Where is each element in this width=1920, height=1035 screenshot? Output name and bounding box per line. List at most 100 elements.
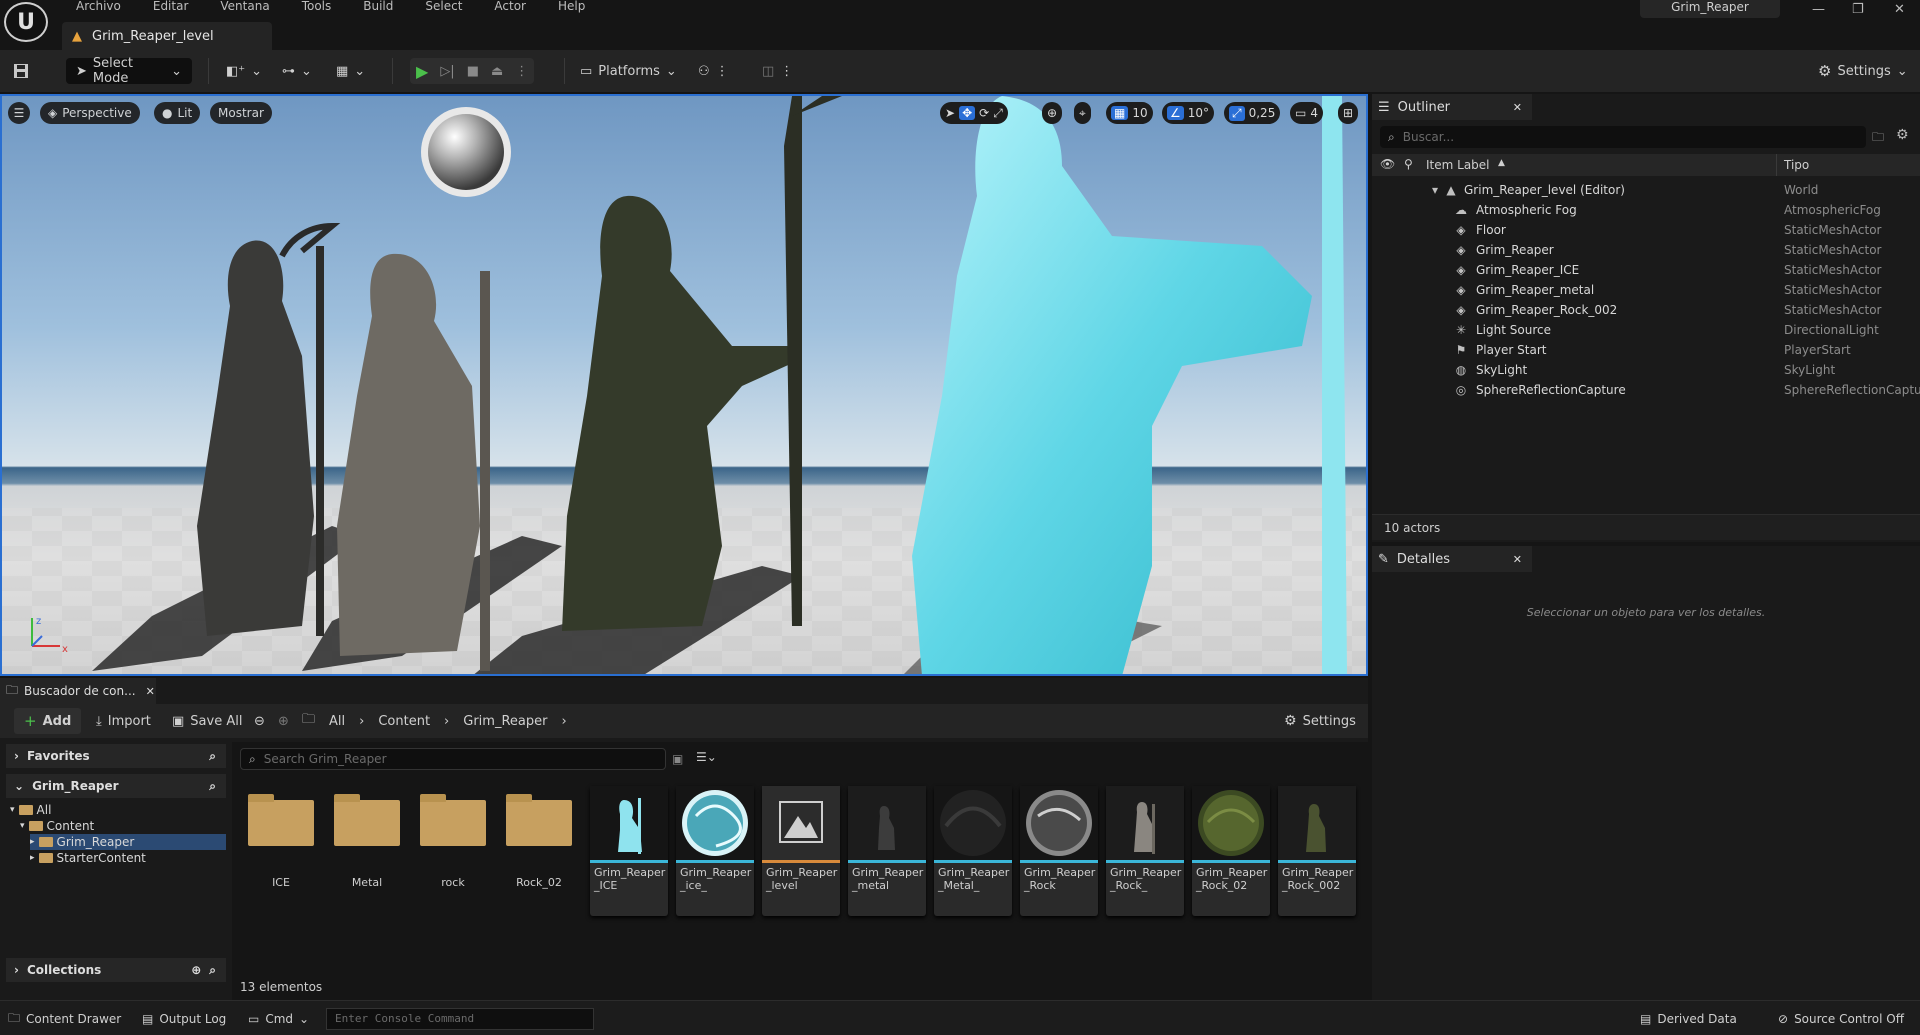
tree-item-all[interactable]: ▾ All [10,802,230,818]
asset-tile[interactable]: Grim_Reaper_level [762,786,840,916]
type-column[interactable]: Tipo [1784,158,1809,172]
tree-item-starter-content[interactable]: ▸ StarterContent [30,850,250,866]
multiplayer-button[interactable]: ⚇ ⋮ [698,58,729,84]
eject-icon[interactable]: ⏏ [491,64,503,79]
unreal-logo-icon[interactable]: U [4,2,48,42]
add-folder-icon[interactable]: 🗀 [1872,128,1884,149]
add-collection-icon[interactable]: ⊕ [191,963,201,977]
collections-header[interactable]: › Collections ⊕ ⌕ [6,958,226,982]
outliner-row[interactable]: ◍ SkyLight SkyLight [1372,360,1920,380]
asset-tile[interactable]: Grim_Reaper_Metal_ [934,786,1012,916]
select-mode-dropdown[interactable]: ➤ Select Mode ⌄ [66,56,192,86]
content-browser-tab[interactable]: 🗀 Buscador de con... ✕ [0,678,156,704]
details-tab[interactable]: ✎ Detalles ✕ [1372,546,1532,572]
folder-tile[interactable]: Metal [326,792,408,896]
outliner-row[interactable]: ◈ Grim_Reaper_Rock_002 StaticMeshActor [1372,300,1920,320]
derived-data-button[interactable]: ▤ Derived Data [1640,1009,1737,1029]
folder-tile[interactable]: ICE [240,792,322,896]
viewport-menu-button[interactable]: ☰ [8,102,30,124]
save-search-icon[interactable]: ▣ [672,752,683,766]
favorites-header[interactable]: › Favorites ⌕ [6,744,226,768]
tree-item-content[interactable]: ▾ Content [20,818,240,834]
source-button[interactable]: ◫ ⋮ [762,58,793,84]
breadcrumb-all[interactable]: All [329,714,345,729]
breadcrumb-content[interactable]: Content [378,714,430,729]
console-input[interactable]: Enter Console Command [326,1008,594,1030]
cinematics-button[interactable]: ▦ ⌄ [336,58,365,84]
move-icon[interactable]: ✥ [959,106,976,120]
search-icon[interactable]: ⌕ [209,963,216,978]
surface-snap-button[interactable]: ⌖ [1074,102,1091,124]
asset-tile[interactable]: Grim_Reaper_ICE [590,786,668,916]
close-tab-icon[interactable]: ✕ [146,685,155,698]
output-log-button[interactable]: ▤ Output Log [142,1009,226,1029]
asset-search-input[interactable]: ⌕ Search Grim_Reaper [240,748,666,770]
pin-icon[interactable]: ⚲ [1404,157,1413,171]
cmd-dropdown[interactable]: ▭ Cmd ⌄ [248,1009,309,1029]
perspective-button[interactable]: ◈ Perspective [40,102,140,124]
outliner-tab[interactable]: ☰ Outliner ✕ [1372,94,1532,120]
scale-snap-button[interactable]: ⤢ 0,25 [1224,102,1281,124]
source-control-button[interactable]: ⊘ Source Control Off [1778,1009,1904,1029]
step-icon[interactable]: ▷| [440,64,454,79]
menu-build[interactable]: Build [347,0,409,14]
close-icon[interactable]: ✕ [1894,2,1905,17]
outliner-search-input[interactable]: ⌕ Buscar... [1380,126,1866,148]
rotate-icon[interactable]: ⟳ [979,106,989,120]
menu-editar[interactable]: Editar [137,0,205,14]
settings-button[interactable]: ⚙ Settings ⌄ [1818,58,1908,84]
play-icon[interactable]: ▶ [416,62,428,81]
eye-icon[interactable]: 👁 [1380,157,1395,171]
platforms-dropdown[interactable]: ▭ Platforms ⌄ [580,58,677,84]
grim-reaper-header[interactable]: ⌄ Grim_Reaper ⌕ [6,774,226,798]
folder-tile[interactable]: rock [412,792,494,896]
outliner-row[interactable]: ◎ SphereReflectionCapture SphereReflection… [1372,380,1920,400]
add-actor-button[interactable]: ◧⁺ ⌄ [226,58,262,84]
outliner-row[interactable]: ◈ Floor StaticMeshActor [1372,220,1920,240]
add-button[interactable]: + Add [14,708,82,734]
outliner-row[interactable]: ⚑ Player Start PlayerStart [1372,340,1920,360]
world-local-button[interactable]: ⊕ [1042,102,1063,124]
tree-item-grim-reaper[interactable]: ▸ Grim_Reaper [30,834,226,850]
asset-tile[interactable]: Grim_Reaper_Rock_002 [1278,786,1356,916]
save-icon[interactable] [12,58,30,84]
select-arrow-icon[interactable]: ➤ [945,106,955,120]
content-drawer-button[interactable]: 🗀 Content Drawer [8,1009,121,1029]
close-tab-icon[interactable]: ✕ [1513,101,1522,114]
outliner-row[interactable]: ◈ Grim_Reaper_metal StaticMeshActor [1372,280,1920,300]
history-forward-button[interactable]: ⊕ [278,708,289,734]
menu-select[interactable]: Select [409,0,478,14]
filter-icon[interactable]: ☰⌄ [696,750,717,764]
save-all-button[interactable]: ▣ Save All [172,708,242,734]
breadcrumb-grim-reaper[interactable]: Grim_Reaper [463,714,547,729]
menu-tools[interactable]: Tools [286,0,348,14]
scale-icon[interactable]: ⤢ [993,106,1003,121]
history-back-button[interactable]: ⊖ [254,708,265,734]
outliner-row[interactable]: ◈ Grim_Reaper StaticMeshActor [1372,240,1920,260]
search-icon[interactable]: ⌕ [209,779,216,794]
outliner-row[interactable]: ◈ Grim_Reaper_ICE StaticMeshActor [1372,260,1920,280]
menu-ventana[interactable]: Ventana [204,0,285,14]
menu-actor[interactable]: Actor [478,0,542,14]
level-viewport[interactable]: x z ☰ ◈ Perspective ● Lit Mostrar ➤ ✥ ⟳ ⤢ … [0,94,1368,676]
folder-tile[interactable]: Rock_02 [498,792,580,896]
restore-icon[interactable]: ❐ [1852,2,1864,17]
minimize-icon[interactable]: — [1812,2,1825,17]
camera-speed-button[interactable]: ▭ 4 [1290,102,1323,124]
outliner-row[interactable]: ☁ Atmospheric Fog AtmosphericFog [1372,200,1920,220]
stop-icon[interactable]: ■ [467,64,479,79]
import-button[interactable]: ⤓ Import [96,708,151,734]
asset-tile[interactable]: Grim_Reaper_Rock_ [1106,786,1184,916]
outliner-row[interactable]: ✳ Light Source DirectionalLight [1372,320,1920,340]
search-icon[interactable]: ⌕ [209,749,216,764]
asset-tile[interactable]: Grim_Reaper_Rock_02 [1192,786,1270,916]
outliner-row-world[interactable]: ▾ ▲ Grim_Reaper_level (Editor) World [1372,180,1920,200]
grid-snap-button[interactable]: ▦ 10 [1106,102,1153,124]
gear-icon[interactable]: ⚙ [1896,127,1909,143]
asset-tile[interactable]: Grim_Reaper_ice_ [676,786,754,916]
asset-tile[interactable]: Grim_Reaper_metal [848,786,926,916]
show-button[interactable]: Mostrar [210,102,272,124]
level-tab[interactable]: ▲ Grim_Reaper_level [62,22,272,50]
more-icon[interactable]: ⋮ [515,64,528,79]
maximize-viewport-button[interactable]: ⊞ [1338,102,1359,124]
